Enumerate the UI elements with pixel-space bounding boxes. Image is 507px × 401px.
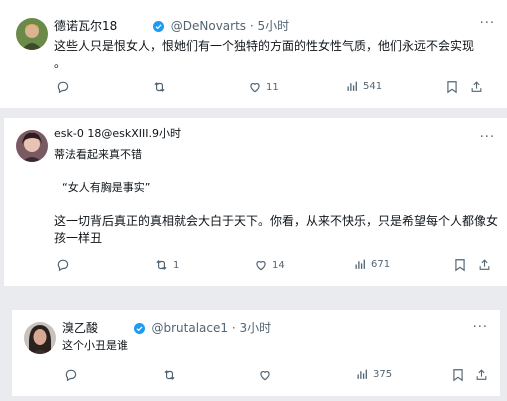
share-button[interactable] [478, 258, 491, 272]
bookmark-icon [447, 81, 457, 94]
author-name[interactable]: 德诺瓦尔18 [54, 19, 117, 33]
views-icon [355, 259, 365, 269]
like-button[interactable] [258, 368, 276, 382]
author-name[interactable]: 溴乙酸 [62, 321, 98, 335]
author-line[interactable]: esk-0 18@eskXIII.9小时 [54, 127, 181, 140]
separator: · [249, 19, 254, 33]
reply-button[interactable] [56, 258, 74, 272]
bookmark-icon [455, 259, 465, 272]
share-icon [476, 369, 487, 380]
views-count: 541 [363, 81, 383, 92]
more-icon[interactable]: ··· [473, 320, 488, 335]
more-icon[interactable]: ··· [480, 130, 495, 145]
share-button[interactable] [470, 80, 483, 94]
views-icon [347, 81, 357, 91]
reply-icon [65, 369, 77, 382]
views-icon [357, 369, 367, 379]
views-button[interactable]: 541 [346, 80, 382, 93]
post-text-line: 。 [54, 56, 67, 70]
like-icon [256, 261, 266, 271]
repost-icon [154, 82, 165, 92]
action-bar: 11 541 [0, 80, 507, 100]
like-icon [250, 83, 260, 93]
views-button[interactable]: 375 [356, 368, 392, 381]
views-button[interactable]: 671 [354, 258, 390, 271]
post-text-line: “女人有胸是事实” [62, 181, 151, 194]
action-bar: 375 [12, 368, 500, 388]
post-text-line: 这一切背后真正的真相就会大白于天下。你看，从来不快乐，只是希望每个人都像女 [54, 214, 499, 228]
share-icon [479, 259, 490, 270]
bookmark-button[interactable] [454, 258, 466, 272]
post-card-3[interactable]: 溴乙酸 @brutalace1 · 3小时 ··· 这个小丑是谁 375 [12, 310, 500, 396]
views-count: 375 [373, 369, 393, 380]
verified-badge-icon [152, 21, 164, 32]
repost-button[interactable]: 1 [154, 258, 179, 272]
repost-icon [156, 260, 167, 270]
author-handle[interactable]: @brutalace1 [152, 321, 229, 335]
post-text-line: 孩一样丑 [54, 231, 103, 245]
separator: · [231, 321, 236, 335]
like-count: 14 [272, 259, 285, 271]
post-text-line: 这些人只是恨女人，恨她们有一个独特的方面的性女性气质，他们永远不会实现 [54, 39, 475, 53]
repost-button[interactable] [152, 80, 171, 94]
post-header: 德诺瓦尔18 @DeNovarts · 5小时 [54, 18, 289, 34]
post-card-1[interactable]: 德诺瓦尔18 @DeNovarts · 5小时 ··· 这些人只是恨女人，恨她们… [0, 0, 507, 108]
avatar[interactable] [16, 130, 48, 162]
repost-button[interactable] [162, 368, 181, 382]
like-count: 11 [266, 81, 279, 93]
like-button[interactable]: 14 [254, 258, 285, 272]
share-icon [471, 81, 482, 92]
bookmark-icon [453, 369, 463, 382]
more-icon[interactable]: ··· [480, 16, 495, 31]
verified-badge-icon [133, 323, 145, 334]
author-handle[interactable]: @DeNovarts [171, 19, 246, 33]
like-icon [260, 371, 270, 381]
repost-icon [164, 370, 175, 380]
post-card-2[interactable]: esk-0 18@eskXIII.9小时 ··· 蒂法看起来真不错 “女人有胸是… [4, 118, 507, 286]
bookmark-button[interactable] [452, 368, 464, 382]
share-button[interactable] [475, 368, 488, 382]
action-bar: 1 14 671 [4, 258, 507, 278]
reply-icon [57, 259, 69, 272]
avatar[interactable] [24, 322, 56, 354]
repost-count: 1 [173, 259, 180, 271]
like-button[interactable]: 11 [248, 80, 279, 94]
reply-button[interactable] [64, 368, 82, 382]
post-text-line: 这个小丑是谁 [62, 339, 128, 352]
bookmark-button[interactable] [446, 80, 458, 94]
timestamp[interactable]: 5小时 [258, 19, 290, 33]
timestamp[interactable]: 3小时 [240, 321, 272, 335]
reply-icon [57, 81, 69, 94]
views-count: 671 [371, 259, 391, 270]
reply-button[interactable] [56, 80, 74, 94]
post-text-line: 蒂法看起来真不错 [54, 148, 142, 161]
avatar[interactable] [16, 18, 48, 50]
post-header: esk-0 18@eskXIII.9小时 [54, 126, 181, 142]
post-header: 溴乙酸 @brutalace1 · 3小时 [62, 320, 271, 336]
